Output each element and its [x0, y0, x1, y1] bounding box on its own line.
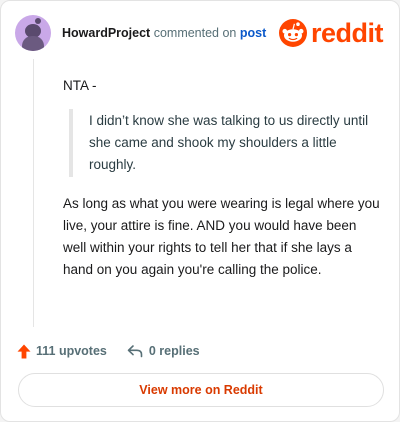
- upvote-arrow-icon: [17, 344, 31, 358]
- byline: HowardProject commented on post: [62, 26, 266, 40]
- post-link[interactable]: post: [240, 26, 266, 40]
- comment-paragraph: As long as what you were wearing is lega…: [63, 196, 380, 277]
- comment-footer: 111 upvotes 0 replies: [17, 341, 200, 361]
- reply-count[interactable]: 0 replies: [127, 344, 200, 358]
- reddit-snoo-icon: [278, 19, 307, 47]
- view-more-on-reddit-button[interactable]: View more on Reddit: [18, 373, 384, 407]
- snoo-avatar-icon: [35, 18, 41, 24]
- comment-embed-card: HowardProject commented on post reddit N…: [0, 0, 400, 422]
- avatar[interactable]: [15, 15, 51, 51]
- upvotes-label: 111 upvotes: [36, 344, 107, 358]
- username-link[interactable]: HowardProject: [62, 26, 150, 40]
- replies-label: 0 replies: [148, 344, 200, 358]
- comment-quote: I didn’t know she was talking to us dire…: [69, 109, 381, 177]
- upvote-count[interactable]: 111 upvotes: [17, 344, 107, 359]
- reply-arrow-icon: [127, 345, 143, 358]
- reddit-wordmark: reddit: [310, 17, 384, 48]
- thread-line: [33, 59, 34, 327]
- action-text: commented on: [153, 26, 237, 40]
- comment-body: NTA - I didn’t know she was talking to u…: [63, 75, 381, 281]
- comment-intro: NTA -: [63, 78, 97, 93]
- reddit-logo[interactable]: reddit: [278, 17, 384, 48]
- comment-header: HowardProject commented on post reddit: [15, 15, 384, 51]
